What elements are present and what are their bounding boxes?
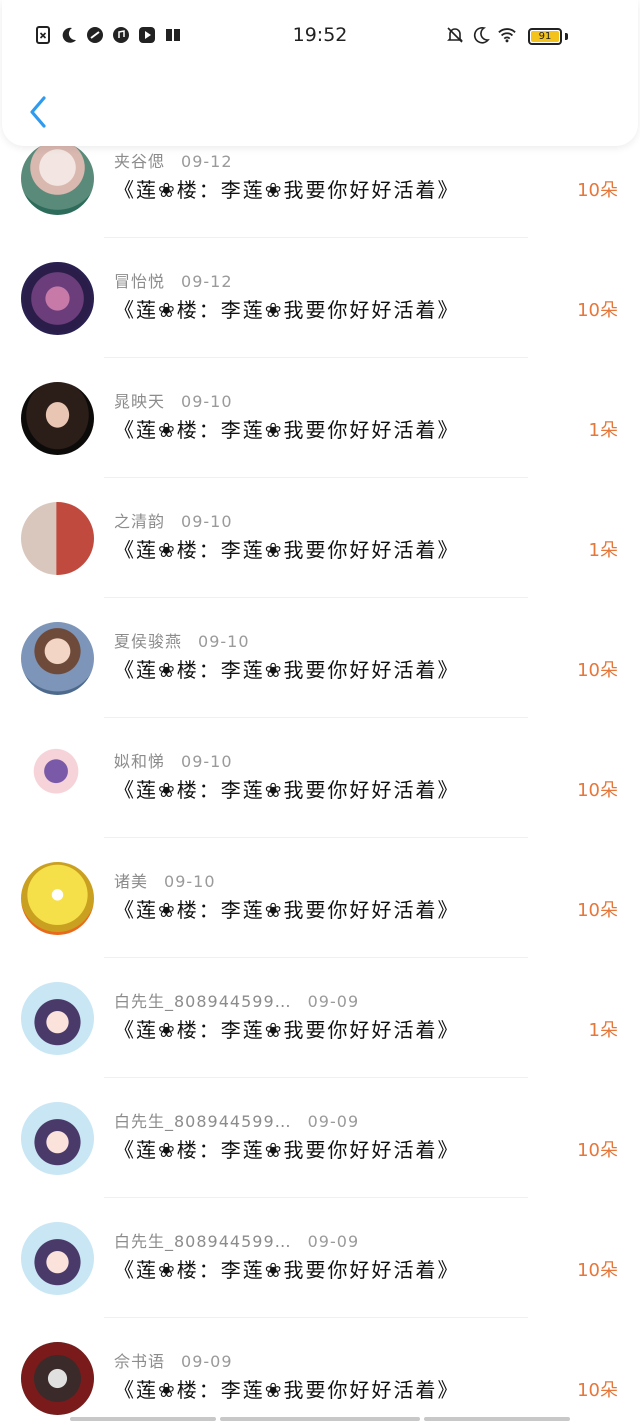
entry-date: 09-10 <box>181 392 233 411</box>
entry-date: 09-09 <box>181 1352 233 1371</box>
list-item[interactable]: 诸美 09-10 《莲❀楼：李莲❀我要你好好活着》 10朵 <box>0 838 640 958</box>
sender-name: 白先生_808944599… <box>114 992 292 1011</box>
avatar[interactable] <box>21 622 94 695</box>
sender-name: 晁映天 <box>114 392 166 411</box>
sender-name: 之清韵 <box>114 512 166 531</box>
wifi-icon <box>498 28 516 43</box>
status-icons-right <box>446 26 516 44</box>
back-button[interactable] <box>20 92 56 132</box>
sender-name: 夏侯骏燕 <box>114 632 183 651</box>
entry-date: 09-09 <box>307 992 360 1011</box>
avatar[interactable] <box>21 142 94 215</box>
entry-date: 09-10 <box>198 632 250 651</box>
list-item[interactable]: 晁映天 09-10 《莲❀楼：李莲❀我要你好好活着》 1朵 <box>0 358 640 478</box>
list-item[interactable]: 白先生_808944599… 09-09 《莲❀楼：李莲❀我要你好好活着》 10朵 <box>0 1198 640 1318</box>
avatar[interactable] <box>21 742 94 815</box>
list-item[interactable]: 之清韵 09-10 《莲❀楼：李莲❀我要你好好活着》 1朵 <box>0 478 640 598</box>
sender-name: 夹谷偲 <box>114 152 166 171</box>
avatar[interactable] <box>21 382 94 455</box>
avatar[interactable] <box>21 1102 94 1175</box>
entry-date: 09-12 <box>181 152 233 171</box>
flower-count: 1朵 <box>588 1020 618 1041</box>
flower-count: 10朵 <box>577 1260 618 1281</box>
flower-count: 10朵 <box>577 1380 618 1401</box>
battery-tip <box>565 33 568 40</box>
chevron-left-icon <box>30 96 46 128</box>
battery-level: 91 <box>531 31 559 42</box>
sender-name: 佘书语 <box>114 1352 166 1371</box>
gift-title: 《莲❀楼：李莲❀我要你好好活着》 <box>114 178 460 202</box>
status-bar: 19:52 91 <box>0 0 640 70</box>
entry-date: 09-10 <box>164 872 216 891</box>
entry-meta: 白先生_808944599… 09-09 <box>114 988 359 1012</box>
avatar[interactable] <box>21 1342 94 1415</box>
flower-count: 10朵 <box>577 1140 618 1161</box>
home-indicator <box>424 1417 570 1421</box>
sender-name: 白先生_808944599… <box>114 1232 292 1251</box>
list-item[interactable]: 夏侯骏燕 09-10 《莲❀楼：李莲❀我要你好好活着》 10朵 <box>0 598 640 718</box>
home-indicator <box>70 1417 216 1421</box>
home-indicator <box>220 1417 420 1421</box>
flower-count: 10朵 <box>577 900 618 921</box>
entry-date: 09-10 <box>181 752 233 771</box>
flower-count: 1朵 <box>588 420 618 441</box>
entry-meta: 白先生_808944599… 09-09 <box>114 1228 359 1252</box>
entry-meta: 夹谷偲 09-12 <box>114 148 233 172</box>
entry-meta: 晁映天 09-10 <box>114 388 233 412</box>
gift-title: 《莲❀楼：李莲❀我要你好好活着》 <box>114 1018 460 1042</box>
gift-title: 《莲❀楼：李莲❀我要你好好活着》 <box>114 418 460 442</box>
battery-indicator: 91 <box>528 28 562 45</box>
entry-meta: 之清韵 09-10 <box>114 508 233 532</box>
sender-name: 冒怡悦 <box>114 272 166 291</box>
flower-count: 10朵 <box>577 300 618 321</box>
sender-name: 姒和悌 <box>114 752 166 771</box>
flower-count: 10朵 <box>577 780 618 801</box>
bell-off-icon <box>447 27 463 43</box>
list-item[interactable]: 白先生_808944599… 09-09 《莲❀楼：李莲❀我要你好好活着》 1朵 <box>0 958 640 1078</box>
list-item[interactable]: 白先生_808944599… 09-09 《莲❀楼：李莲❀我要你好好活着》 10朵 <box>0 1078 640 1198</box>
gift-title: 《莲❀楼：李莲❀我要你好好活着》 <box>114 778 460 802</box>
gift-title: 《莲❀楼：李莲❀我要你好好活着》 <box>114 298 460 322</box>
sender-name: 白先生_808944599… <box>114 1112 292 1131</box>
list-item[interactable]: 姒和悌 09-10 《莲❀楼：李莲❀我要你好好活着》 10朵 <box>0 718 640 838</box>
entry-date: 09-12 <box>181 272 233 291</box>
list-item[interactable]: 冒怡悦 09-12 《莲❀楼：李莲❀我要你好好活着》 10朵 <box>0 238 640 358</box>
gift-title: 《莲❀楼：李莲❀我要你好好活着》 <box>114 1378 460 1402</box>
entry-meta: 佘书语 09-09 <box>114 1348 233 1372</box>
flower-count: 10朵 <box>577 660 618 681</box>
entry-date: 09-09 <box>307 1232 360 1251</box>
avatar[interactable] <box>21 1222 94 1295</box>
sender-name: 诸美 <box>114 872 149 891</box>
avatar[interactable] <box>21 862 94 935</box>
entry-meta: 姒和悌 09-10 <box>114 748 233 772</box>
flower-count: 10朵 <box>577 180 618 201</box>
entry-date: 09-10 <box>181 512 233 531</box>
list-item[interactable]: 佘书语 09-09 《莲❀楼：李莲❀我要你好好活着》 10朵 <box>0 1318 640 1423</box>
entry-meta: 白先生_808944599… 09-09 <box>114 1108 359 1132</box>
avatar[interactable] <box>21 502 94 575</box>
gift-title: 《莲❀楼：李莲❀我要你好好活着》 <box>114 898 460 922</box>
avatar[interactable] <box>21 262 94 335</box>
gift-title: 《莲❀楼：李莲❀我要你好好活着》 <box>114 1258 460 1282</box>
entry-meta: 诸美 09-10 <box>114 868 216 892</box>
moon-icon <box>473 26 490 44</box>
gift-title: 《莲❀楼：李莲❀我要你好好活着》 <box>114 538 460 562</box>
avatar[interactable] <box>21 982 94 1055</box>
entry-meta: 夏侯骏燕 09-10 <box>114 628 250 652</box>
gift-title: 《莲❀楼：李莲❀我要你好好活着》 <box>114 658 460 682</box>
gift-title: 《莲❀楼：李莲❀我要你好好活着》 <box>114 1138 460 1162</box>
entry-date: 09-09 <box>307 1112 360 1131</box>
flower-count: 1朵 <box>588 540 618 561</box>
entry-meta: 冒怡悦 09-12 <box>114 268 233 292</box>
